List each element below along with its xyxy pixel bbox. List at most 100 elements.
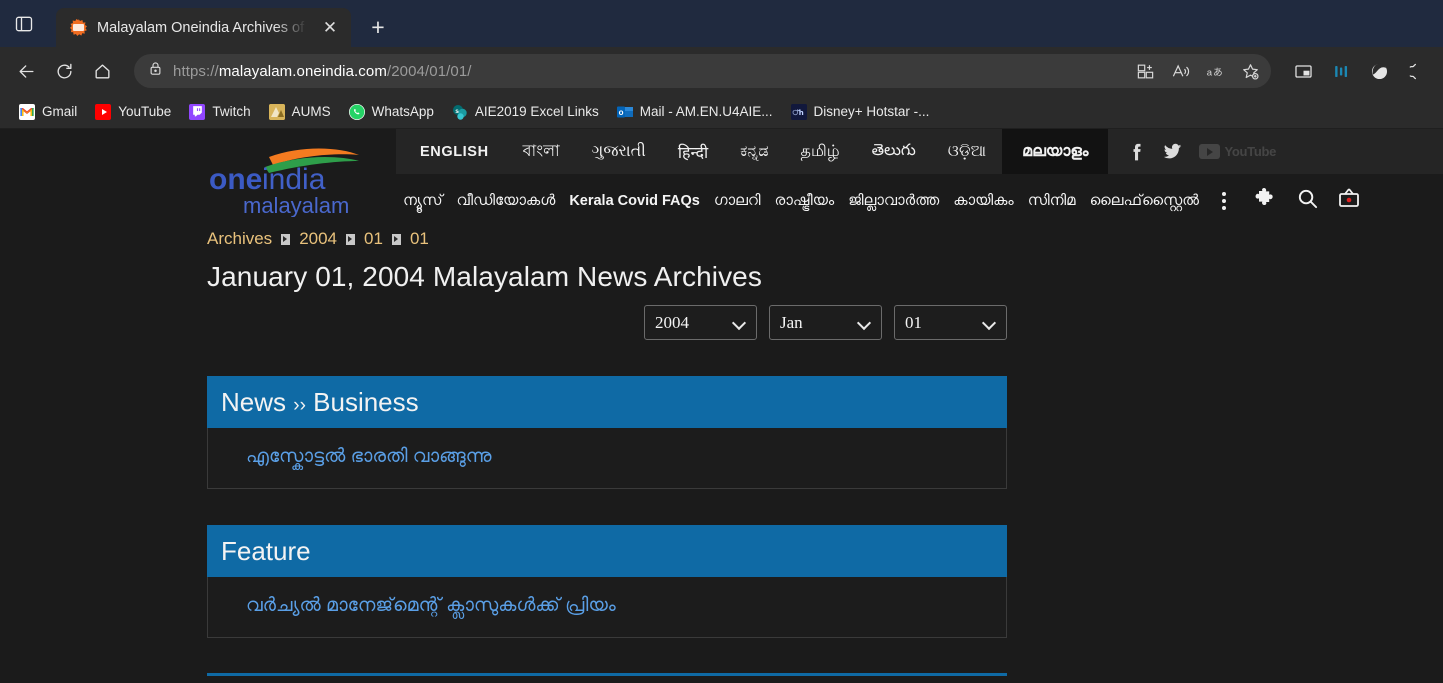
home-icon[interactable]	[84, 54, 120, 88]
picture-in-picture-icon[interactable]	[1285, 54, 1321, 88]
puzzle-icon[interactable]	[1254, 186, 1278, 215]
tv-icon[interactable]	[1337, 186, 1361, 215]
svg-text:s: s	[455, 107, 459, 114]
lang-tab-telugu[interactable]: తెలుగు	[856, 141, 932, 163]
bookmark-label: Disney+ Hotstar -...	[814, 104, 930, 119]
url-scheme: https://	[173, 63, 219, 80]
translate-icon[interactable]: aあ	[1199, 54, 1232, 88]
sidebar-toggle-icon[interactable]	[0, 0, 48, 47]
breadcrumb: Archives 2004 01 01	[207, 227, 1443, 249]
bookmark-item[interactable]: WhatsApp	[340, 101, 443, 123]
section-body: എസ്കോട്ടൽ ഭാരതി വാങ്ങുന്നു	[207, 428, 1007, 489]
hotstar-icon: ്h	[791, 104, 807, 120]
year-select-wrap: 2004	[644, 305, 757, 340]
menu-item-kerala-covid-faqs[interactable]: Kerala Covid FAQs	[562, 193, 707, 209]
menu-item-gallery[interactable]: ഗാലറി	[707, 192, 768, 209]
collections-icon[interactable]	[1323, 54, 1359, 88]
archive-article-link[interactable]: എസ്കോട്ടൽ ഭാരതി വാങ്ങുന്നു	[246, 446, 491, 467]
breadcrumb-archives[interactable]: Archives	[207, 229, 272, 249]
breadcrumb-day[interactable]: 01	[410, 229, 429, 249]
bookmark-item[interactable]: AUMS	[260, 101, 340, 123]
browser-tab[interactable]: Malayalam Oneindia Archives of ✕	[56, 8, 351, 47]
svg-text:one: one	[209, 163, 262, 196]
read-aloud-icon[interactable]	[1164, 54, 1197, 88]
lock-icon	[148, 61, 163, 81]
new-tab-button[interactable]: +	[361, 10, 395, 44]
youtube-icon[interactable]: YouTube	[1199, 144, 1276, 159]
lang-tab-hindi[interactable]: हिन्दी	[662, 141, 724, 163]
bookmark-item[interactable]: s AIE2019 Excel Links	[443, 101, 608, 123]
menu-item-politics[interactable]: രാഷ്ട്രീയം	[768, 192, 842, 209]
lang-tab-odia[interactable]: ଓଡ଼ିଆ	[932, 143, 1002, 161]
url-host: malayalam.oneindia.com	[219, 63, 387, 80]
lang-tab-bengali[interactable]: বাংলা	[507, 138, 576, 165]
back-arrow-icon[interactable]	[8, 54, 44, 88]
bookmark-label: Mail - AM.EN.U4AIE...	[640, 104, 773, 119]
close-icon[interactable]: ✕	[317, 15, 343, 41]
bookmark-label: WhatsApp	[372, 104, 434, 119]
menu-item-news[interactable]: ന്യൂസ്	[396, 192, 450, 209]
refresh-icon[interactable]	[46, 54, 82, 88]
menu-item-videos[interactable]: വീഡിയോകൾ	[450, 192, 563, 209]
bookmark-label: AUMS	[292, 104, 331, 119]
bookmark-item[interactable]: Twitch	[180, 101, 259, 123]
kebab-menu-icon[interactable]	[1206, 192, 1238, 210]
lang-tab-tamil[interactable]: தமிழ்	[785, 142, 856, 162]
address-bar[interactable]: https://malayalam.oneindia.com/2004/01/0…	[134, 54, 1271, 88]
menu-item-cinema[interactable]: സിനിമ	[1021, 192, 1083, 209]
menu-item-lifestyle[interactable]: ലൈഫ്‌സ്റ്റൈൽ	[1083, 192, 1206, 209]
svg-text:a: a	[1207, 67, 1213, 78]
menu-item-sports[interactable]: കായികം	[946, 192, 1020, 209]
section-header: News ›› Business	[207, 376, 1007, 428]
language-bar: ENGLISH বাংলা ગુજરાતી हिन्दी ಕನ್ನಡ தமிழ்…	[396, 129, 1443, 174]
svg-text:്h: ്h	[792, 109, 803, 117]
bookmark-label: AIE2019 Excel Links	[475, 104, 599, 119]
facebook-icon[interactable]	[1126, 142, 1146, 162]
bookmark-item[interactable]: Gmail	[10, 101, 86, 123]
site-menu-bar: ന്യൂസ് വീഡിയോകൾ Kerala Covid FAQs ഗാലറി …	[396, 174, 1443, 227]
browser-tab-strip: Malayalam Oneindia Archives of ✕ +	[0, 0, 1443, 47]
bookmarks-bar: Gmail YouTube Twitch AUMS WhatsApp s A	[0, 95, 1443, 129]
month-select-wrap: Jan	[769, 305, 882, 340]
lang-tab-kannada[interactable]: ಕನ್ನಡ	[724, 143, 784, 161]
url-text: https://malayalam.oneindia.com/2004/01/0…	[173, 63, 472, 80]
archive-section-next-partial	[207, 673, 1007, 676]
month-select[interactable]: Jan	[769, 305, 882, 340]
url-path: /2004/01/01/	[387, 63, 472, 80]
svg-text:india: india	[262, 163, 326, 196]
archive-article-link[interactable]: വർച്യൽ മാനേജ്‌മെന്റ് ക്ലാസുകൾക്ക് പ്രിയം	[246, 595, 616, 616]
breadcrumb-year[interactable]: 2004	[299, 229, 337, 249]
oneindia-logo[interactable]: one india malayalam	[207, 141, 379, 217]
lang-tab-gujarati[interactable]: ગુજરાતી	[576, 143, 662, 161]
split-screen-icon[interactable]	[1129, 54, 1162, 88]
bookmark-item[interactable]: YouTube	[86, 101, 180, 123]
section-title-main: News	[221, 387, 286, 417]
site-nav-icons	[1254, 186, 1361, 215]
bookmark-label: Twitch	[212, 104, 250, 119]
section-title-separator: ››	[293, 395, 306, 416]
bookmark-label: YouTube	[118, 104, 171, 119]
year-select[interactable]: 2004	[644, 305, 757, 340]
breadcrumb-month[interactable]: 01	[364, 229, 383, 249]
bookmark-item[interactable]: ്h Disney+ Hotstar -...	[782, 101, 939, 123]
breadcrumb-separator-icon	[346, 234, 355, 245]
browser-essentials-icon[interactable]	[1361, 54, 1397, 88]
search-icon[interactable]	[1296, 187, 1319, 215]
date-filter-group: 2004 Jan 01	[644, 305, 1443, 340]
outlook-icon: o	[617, 104, 633, 120]
lang-tab-english[interactable]: ENGLISH	[396, 144, 507, 160]
twitter-icon[interactable]	[1162, 141, 1183, 162]
add-favorite-icon[interactable]	[1234, 54, 1267, 88]
main-content: Archives 2004 01 01 January 01, 2004 Mal…	[0, 227, 1443, 676]
menu-item-district-news[interactable]: ജില്ലാവാർത്ത	[841, 192, 946, 209]
lang-tab-malayalam[interactable]: മലയാളം	[1002, 129, 1108, 174]
settings-more-icon[interactable]	[1399, 54, 1435, 88]
archive-section-news-business: News ›› Business എസ്കോട്ടൽ ഭാരതി വാങ്ങുന…	[207, 376, 1007, 489]
day-select[interactable]: 01	[894, 305, 1007, 340]
day-select-wrap: 01	[894, 305, 1007, 340]
sharepoint-icon: s	[452, 104, 468, 120]
breadcrumb-separator-icon	[281, 234, 290, 245]
bookmark-item[interactable]: o Mail - AM.EN.U4AIE...	[608, 101, 782, 123]
gmail-icon	[19, 104, 35, 120]
bookmark-label: Gmail	[42, 104, 77, 119]
